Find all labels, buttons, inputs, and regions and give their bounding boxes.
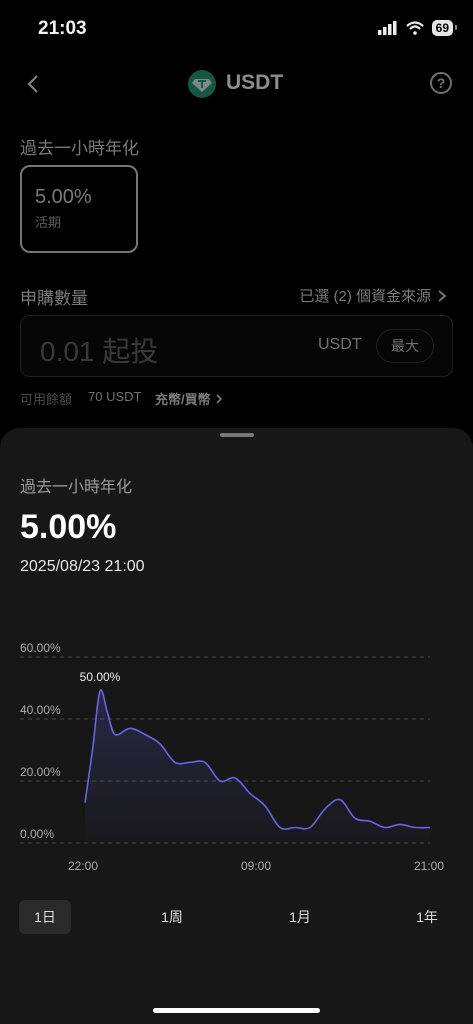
deposit-buy-text: 充幣/買幣 <box>155 392 211 407</box>
funding-source-link[interactable]: 已選 (2) 個資金來源 <box>299 285 447 306</box>
y-tick-label: 60.00% <box>20 641 61 655</box>
status-time: 21:03 <box>38 18 87 39</box>
sheet-rate-value: 5.00% <box>20 508 117 546</box>
wifi-icon <box>405 21 424 35</box>
rate-card[interactable] <box>20 165 138 253</box>
cellular-signal-icon <box>377 21 397 35</box>
sheet-datetime: 2025/08/23 21:00 <box>20 558 145 575</box>
funding-source-text: 已選 (2) 個資金來源 <box>299 288 431 305</box>
x-tick-label: 09:00 <box>241 859 271 873</box>
battery-icon: 69 <box>431 20 458 36</box>
rate-card-value: 5.00% <box>35 186 92 208</box>
rate-card-type: 活期 <box>35 215 62 230</box>
chevron-right-icon <box>216 393 222 404</box>
page-title: USDT <box>226 71 284 94</box>
sheet-rate-label: 過去一小時年化 <box>20 479 133 496</box>
period-tab[interactable]: 1日 <box>19 900 71 934</box>
help-icon[interactable]: ? <box>430 72 452 94</box>
period-tabs: 1日 1周 1月 1年 <box>19 900 453 934</box>
deposit-buy-link[interactable]: 充幣/買幣 <box>155 389 223 408</box>
y-tick-label: 0.00% <box>20 827 54 841</box>
subscription-label: 申購數量 <box>20 289 88 308</box>
chevron-right-icon <box>438 289 447 302</box>
apy-history-chart[interactable]: 60.00% 40.00% 20.00% 0.00% 22:00 09:00 21:00 50… <box>0 640 473 880</box>
x-tick-label: 21:00 <box>414 859 444 873</box>
status-icons: 69 <box>377 20 458 36</box>
available-value: 70 USDT <box>88 389 142 404</box>
y-tick-label: 40.00% <box>20 703 61 717</box>
amount-placeholder: 0.01 起投 <box>40 336 159 367</box>
period-tab[interactable]: 1年 <box>401 900 453 934</box>
usdt-coin-icon <box>188 70 216 98</box>
period-tab[interactable]: 1月 <box>274 900 326 934</box>
chart-area-fill <box>85 689 430 843</box>
max-button[interactable]: 最大 <box>376 329 434 363</box>
home-indicator <box>153 1008 320 1013</box>
peak-data-label: 50.00% <box>80 670 121 684</box>
y-tick-label: 20.00% <box>20 765 61 779</box>
amount-unit: USDT <box>318 336 362 353</box>
x-tick-label: 22:00 <box>68 859 98 873</box>
available-label: 可用餘額 <box>20 392 73 407</box>
rate-section-label: 過去一小時年化 <box>20 139 139 158</box>
back-icon[interactable] <box>22 72 46 96</box>
period-tab[interactable]: 1周 <box>146 900 198 934</box>
sheet-grabber-handle[interactable] <box>220 433 254 437</box>
